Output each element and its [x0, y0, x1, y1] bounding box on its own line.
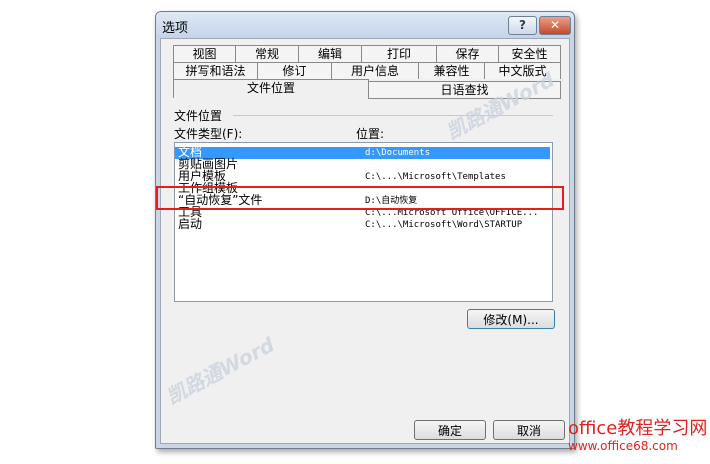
window-title: 选项: [162, 21, 189, 36]
location-cell: C:\...\Microsoft\Templates: [365, 172, 506, 182]
tab-security[interactable]: 安全性: [498, 45, 561, 62]
modify-button[interactable]: 修改(M)...: [467, 309, 555, 329]
file-locations-list[interactable]: 文档 d:\Documents 剪贴画图片 用户模板 C:\...\Micros…: [174, 142, 553, 302]
list-item[interactable]: “自动恢复”文件 D:\自动恢复: [175, 193, 550, 207]
site-url: www.office68.com: [568, 439, 678, 453]
section-title: 文件位置: [174, 109, 223, 123]
tab-print[interactable]: 打印: [361, 45, 437, 62]
tab-edit[interactable]: 编辑: [298, 45, 362, 62]
file-type-cell: 启动: [178, 217, 203, 231]
location-label: 位置:: [356, 127, 385, 141]
list-item[interactable]: 启动 C:\...\Microsoft\Word\STARTUP: [175, 217, 550, 231]
ok-button[interactable]: 确定: [414, 420, 486, 440]
site-name: office教程学习网: [568, 418, 708, 439]
tab-general[interactable]: 常规: [235, 45, 299, 62]
tab-spelling-grammar[interactable]: 拼写和语法: [173, 62, 258, 79]
location-cell: d:\Documents: [365, 148, 431, 158]
location-cell: C:\...\Microsoft\Word\STARTUP: [365, 220, 523, 230]
tab-file-locations[interactable]: 文件位置: [173, 79, 369, 99]
tab-save[interactable]: 保存: [436, 45, 499, 62]
tab-track-changes[interactable]: 修订: [257, 62, 332, 79]
list-item[interactable]: 剪贴画图片: [175, 157, 550, 171]
tab-view[interactable]: 视图: [173, 45, 236, 62]
location-cell: D:\自动恢复: [365, 196, 418, 206]
tab-user-info[interactable]: 用户信息: [331, 62, 419, 79]
help-button[interactable]: ?: [508, 16, 537, 35]
list-item[interactable]: 工具 C:\...Microsoft Office\OFFICE...: [175, 205, 550, 219]
close-button[interactable]: ✕: [539, 16, 571, 35]
file-type-label: 文件类型(F):: [174, 127, 243, 141]
tab-compatibility[interactable]: 兼容性: [418, 62, 485, 79]
cancel-button[interactable]: 取消: [493, 420, 565, 440]
location-cell: C:\...Microsoft Office\OFFICE...: [365, 208, 539, 218]
title-bar[interactable]: 选项 ? ✕: [156, 12, 574, 38]
